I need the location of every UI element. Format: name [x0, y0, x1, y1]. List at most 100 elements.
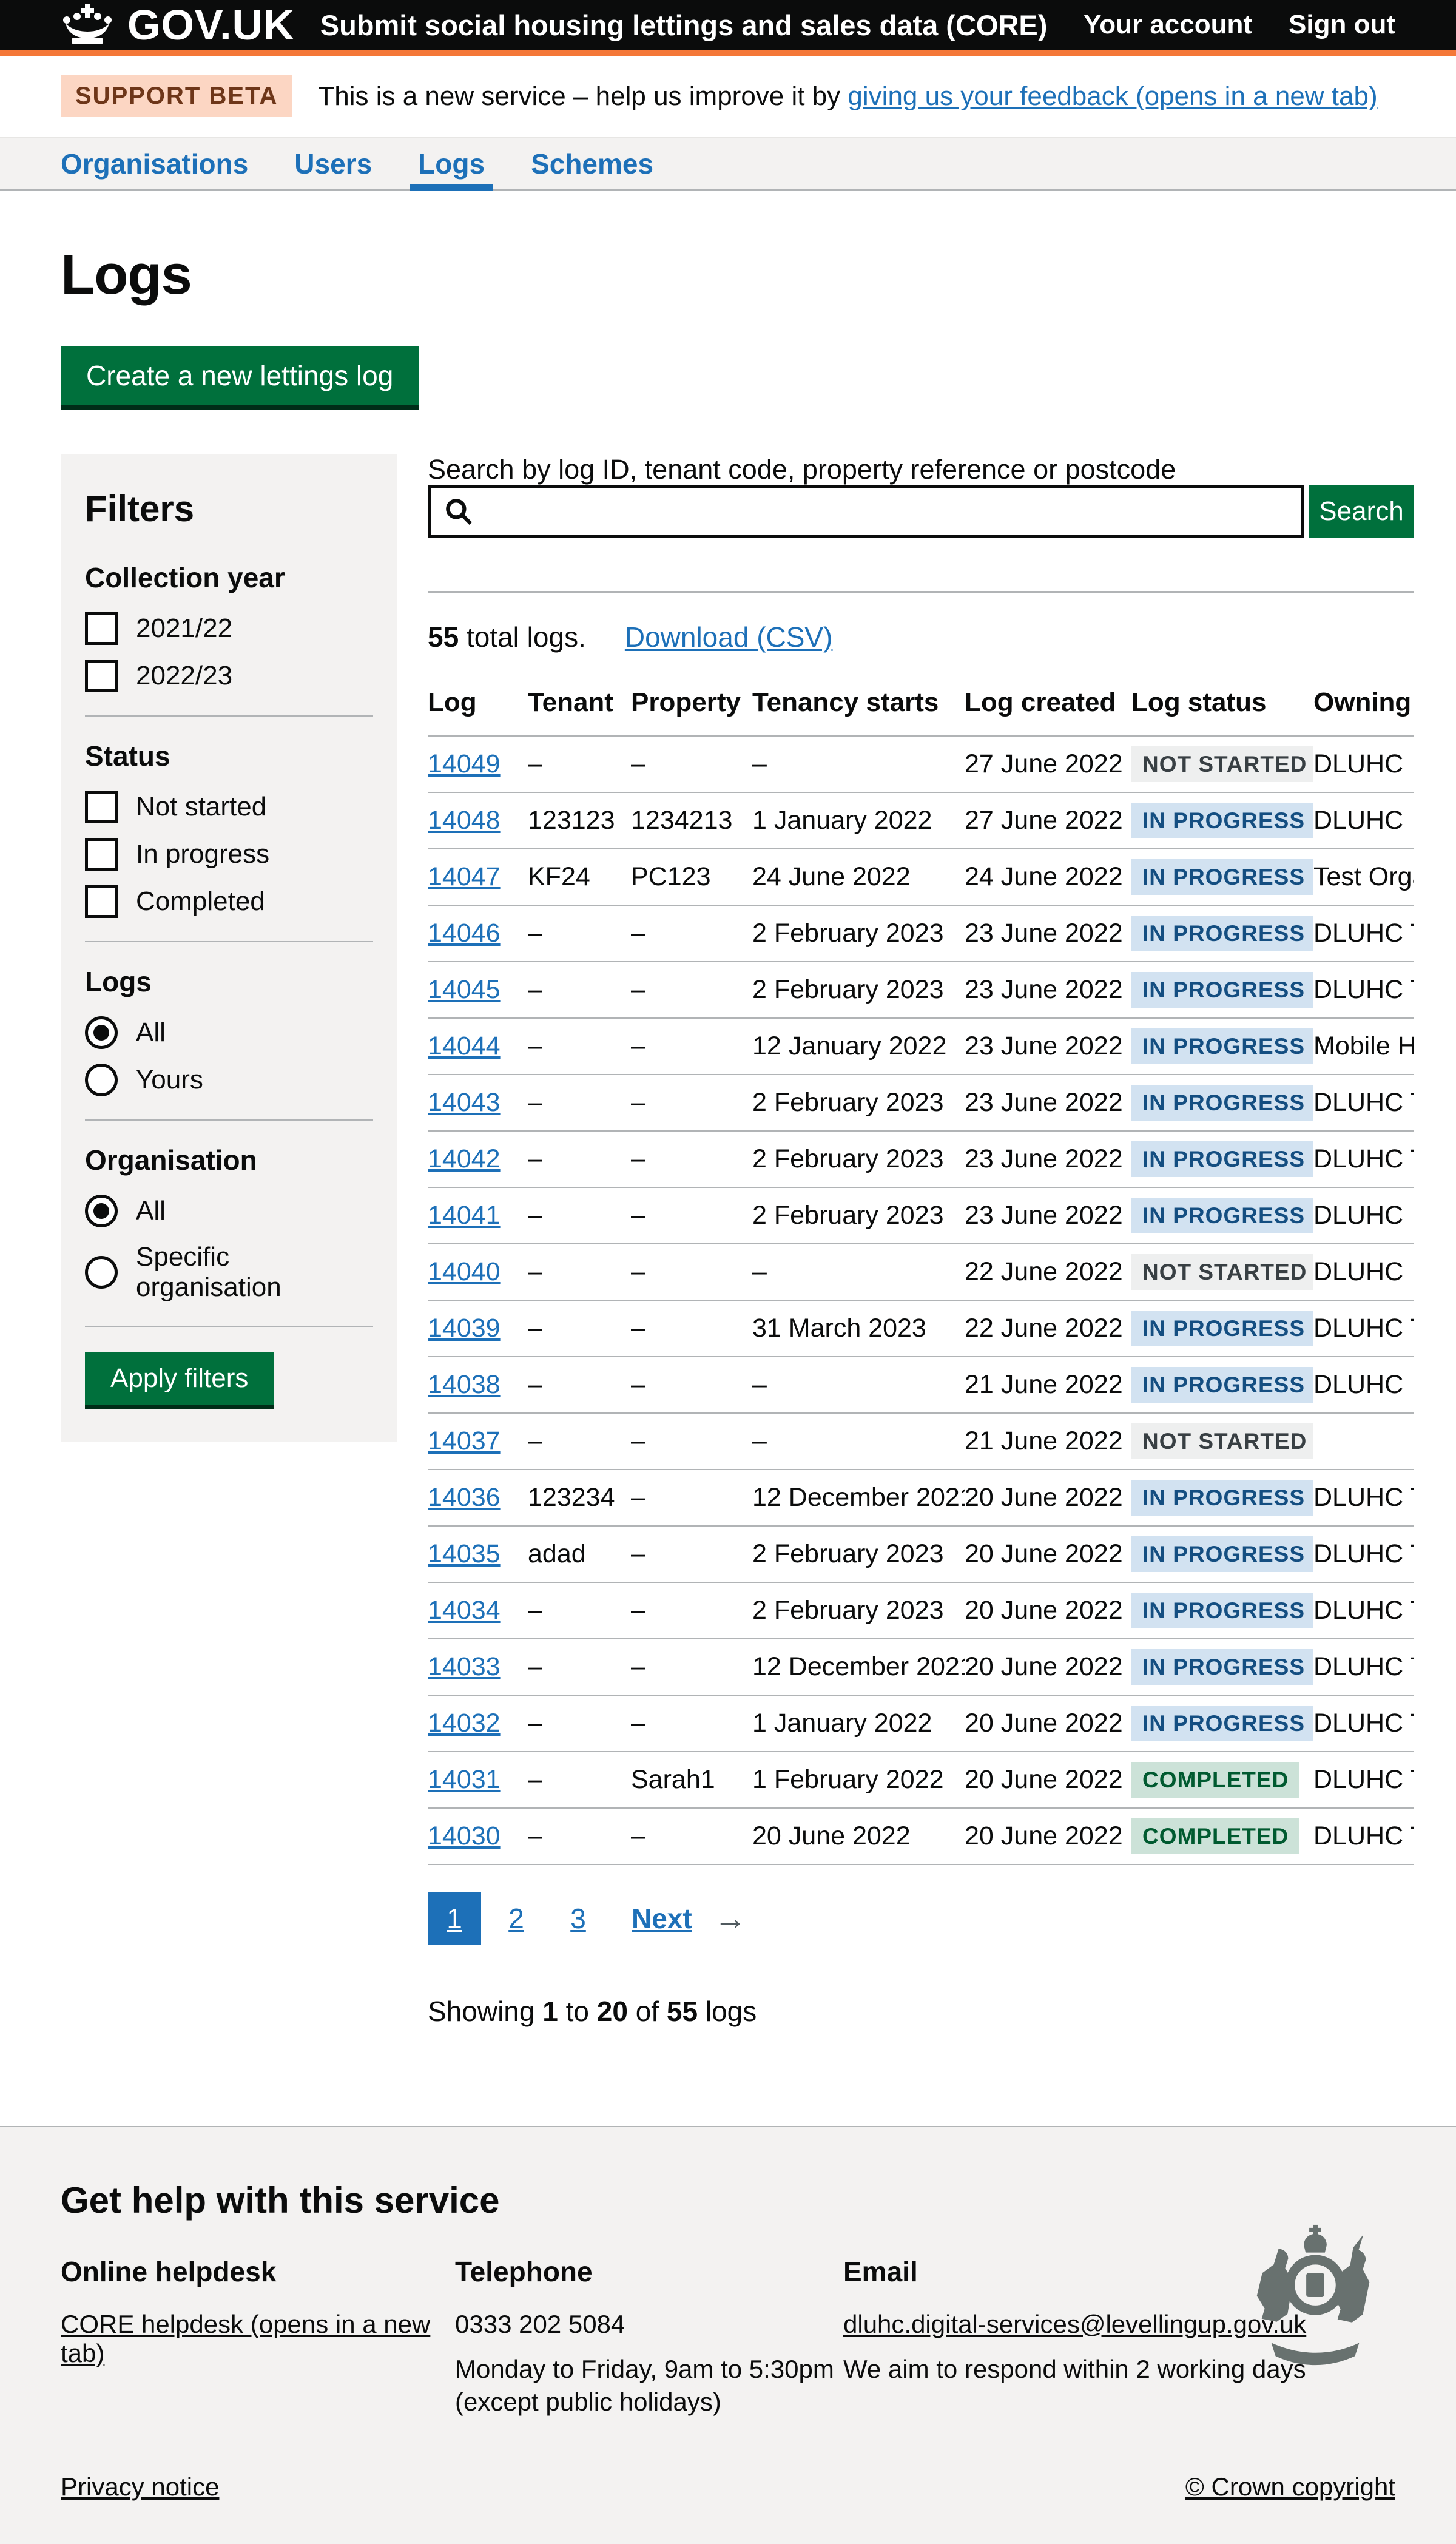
core-helpdesk-link[interactable]: CORE helpdesk (opens in a new tab) — [61, 2310, 430, 2367]
property-cell: – — [631, 1075, 752, 1131]
log-cell: 14041 — [428, 1187, 528, 1244]
log-status-cell: IN PROGRESS — [1131, 792, 1313, 849]
radio-option-yours[interactable]: Yours — [85, 1064, 373, 1096]
footer-heading: Get help with this service — [61, 2179, 1395, 2221]
log-status-cell: IN PROGRESS — [1131, 1131, 1313, 1187]
checkbox-option-completed[interactable]: Completed — [85, 885, 373, 918]
table-row: 14030––20 June 202220 June 2022COMPLETED… — [428, 1808, 1414, 1864]
log-id-link[interactable]: 14048 — [428, 806, 500, 835]
tenant-cell: – — [528, 905, 631, 962]
search-button[interactable]: Search — [1309, 485, 1414, 538]
log-id-link[interactable]: 14043 — [428, 1088, 500, 1117]
pagination-next-link[interactable]: Next — [632, 1902, 692, 1935]
service-name-link[interactable]: Submit social housing lettings and sales… — [320, 8, 1048, 42]
log-id-link[interactable]: 14045 — [428, 975, 500, 1004]
log-id-link[interactable]: 14031 — [428, 1765, 500, 1794]
pagination-page-2[interactable]: 2 — [490, 1892, 543, 1945]
option-label: Yours — [136, 1065, 203, 1095]
privacy-notice-link[interactable]: Privacy notice — [61, 2472, 219, 2502]
option-label: 2021/22 — [136, 613, 232, 644]
radio-circle[interactable] — [85, 1195, 118, 1227]
nav-item-schemes[interactable]: Schemes — [531, 138, 653, 189]
apply-filters-button[interactable]: Apply filters — [85, 1352, 274, 1405]
checkbox-option-in-progress[interactable]: In progress — [85, 838, 373, 871]
log-id-link[interactable]: 14036 — [428, 1483, 500, 1512]
log-id-link[interactable]: 14040 — [428, 1257, 500, 1286]
property-cell: PC123 — [631, 849, 752, 905]
log-cell: 14031 — [428, 1752, 528, 1808]
log-id-link[interactable]: 14049 — [428, 749, 500, 778]
radio-circle[interactable] — [85, 1016, 118, 1049]
log-id-link[interactable]: 14037 — [428, 1426, 500, 1456]
sign-out-link[interactable]: Sign out — [1289, 10, 1395, 40]
filter-heading-collection-year: Collection year — [85, 561, 373, 594]
radio-circle[interactable] — [85, 1064, 118, 1096]
checkbox-box[interactable] — [85, 612, 118, 645]
log-status-cell: COMPLETED — [1131, 1808, 1313, 1864]
log-id-link[interactable]: 14041 — [428, 1201, 500, 1230]
search-icon — [443, 496, 474, 527]
checkbox-option-not-started[interactable]: Not started — [85, 791, 373, 823]
nav-item-organisations[interactable]: Organisations — [61, 138, 248, 189]
pagination-page-3[interactable]: 3 — [551, 1892, 605, 1945]
filter-divider — [85, 941, 373, 942]
download-csv-link[interactable]: Download (CSV) — [625, 621, 833, 653]
radio-option-all[interactable]: All — [85, 1195, 373, 1227]
checkbox-box[interactable] — [85, 660, 118, 692]
tenant-cell: – — [528, 1187, 631, 1244]
tenant-cell: – — [528, 1413, 631, 1469]
checkbox-option-2022-23[interactable]: 2022/23 — [85, 660, 373, 692]
log-id-link[interactable]: 14047 — [428, 862, 500, 891]
your-account-link[interactable]: Your account — [1084, 10, 1252, 40]
log-created-cell: 21 June 2022 — [965, 1357, 1131, 1413]
filters-title: Filters — [85, 488, 373, 530]
email-link[interactable]: dluhc.digital-services@levellingup.gov.u… — [843, 2310, 1306, 2338]
status-badge: NOT STARTED — [1131, 746, 1313, 782]
log-id-link[interactable]: 14033 — [428, 1652, 500, 1681]
create-lettings-log-button[interactable]: Create a new lettings log — [61, 346, 419, 405]
search-input[interactable] — [428, 485, 1304, 538]
log-id-link[interactable]: 14039 — [428, 1314, 500, 1343]
radio-option-all[interactable]: All — [85, 1016, 373, 1049]
helpdesk-title: Online helpdesk — [61, 2255, 455, 2288]
property-cell: – — [631, 1639, 752, 1695]
crown-icon — [61, 4, 114, 46]
log-cell: 14044 — [428, 1018, 528, 1075]
crown-copyright-link[interactable]: © Crown copyright — [1185, 2472, 1395, 2502]
checkbox-box[interactable] — [85, 791, 118, 823]
tenancy-starts-cell: 12 December 2021 — [752, 1639, 965, 1695]
owning-organisation-cell: DLUHC Test — [1313, 1131, 1414, 1187]
log-id-link[interactable]: 14030 — [428, 1821, 500, 1851]
log-id-link[interactable]: 14038 — [428, 1370, 500, 1399]
footer-telephone-column: Telephone 0333 202 5084 Monday to Friday… — [455, 2255, 843, 2432]
log-status-cell: IN PROGRESS — [1131, 1075, 1313, 1131]
radio-option-specific-organisation[interactable]: Specific organisation — [85, 1242, 373, 1303]
nav-item-users[interactable]: Users — [294, 138, 372, 189]
log-id-link[interactable]: 14044 — [428, 1031, 500, 1061]
status-badge: IN PROGRESS — [1131, 1141, 1313, 1177]
content-row: Filters Collection year2021/222022/23Sta… — [61, 454, 1414, 2056]
pagination-current-page[interactable]: 1 — [428, 1892, 481, 1945]
log-cell: 14048 — [428, 792, 528, 849]
checkbox-box[interactable] — [85, 885, 118, 918]
nav-item-logs[interactable]: Logs — [418, 138, 485, 189]
log-id-link[interactable]: 14042 — [428, 1144, 500, 1173]
log-status-cell: IN PROGRESS — [1131, 1018, 1313, 1075]
table-row: 14031–Sarah11 February 202220 June 2022C… — [428, 1752, 1414, 1808]
log-status-cell: NOT STARTED — [1131, 1244, 1313, 1300]
radio-circle[interactable] — [85, 1256, 118, 1289]
log-id-link[interactable]: 14032 — [428, 1709, 500, 1738]
log-id-link[interactable]: 14046 — [428, 919, 500, 948]
checkbox-option-2021-22[interactable]: 2021/22 — [85, 612, 373, 645]
feedback-link[interactable]: giving us your feedback (opens in a new … — [848, 81, 1377, 111]
checkbox-box[interactable] — [85, 838, 118, 871]
log-id-link[interactable]: 14034 — [428, 1596, 500, 1625]
property-cell: – — [631, 962, 752, 1018]
log-created-cell: 23 June 2022 — [965, 1075, 1131, 1131]
log-status-cell: IN PROGRESS — [1131, 849, 1313, 905]
col-header-log: Log — [428, 678, 528, 736]
filter-divider — [85, 1119, 373, 1121]
govuk-logo[interactable]: GOV.UK — [61, 1, 295, 49]
log-id-link[interactable]: 14035 — [428, 1539, 500, 1568]
log-created-cell: 24 June 2022 — [965, 849, 1131, 905]
